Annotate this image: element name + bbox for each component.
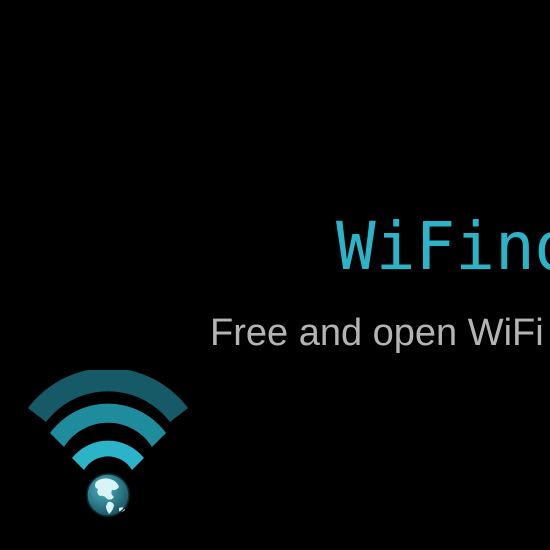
wifi-globe-icon — [28, 370, 188, 517]
globe-icon — [86, 473, 130, 517]
wifi-arc-middle — [50, 403, 166, 447]
app-tagline: Free and open WiFi — [210, 312, 544, 354]
splash-screen: WiFinder Free and open WiFi — [0, 0, 550, 550]
app-title: WiFinder — [336, 208, 550, 285]
wifi-arc-inner — [72, 440, 144, 470]
